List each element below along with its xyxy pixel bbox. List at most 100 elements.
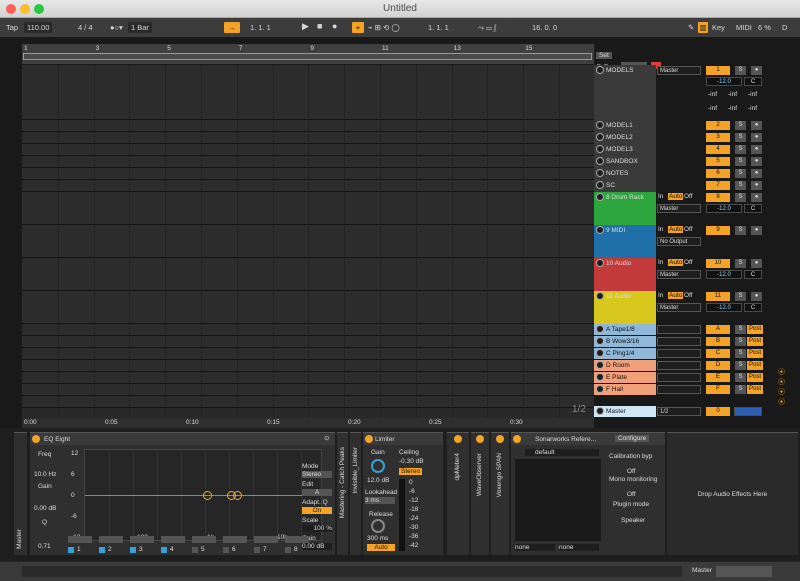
ceiling-value[interactable]: -0.30 dB xyxy=(399,458,424,465)
eq-expand-icon[interactable]: ⊙ xyxy=(324,434,329,442)
master-number[interactable]: 0 xyxy=(706,407,730,416)
return-output-select[interactable] xyxy=(657,361,701,370)
input-auto[interactable]: Auto xyxy=(668,226,684,233)
band-filter-select[interactable] xyxy=(223,536,247,543)
band-filter-select[interactable] xyxy=(161,536,185,543)
scale-value[interactable]: 100 % xyxy=(302,525,332,532)
return-solo[interactable]: S xyxy=(735,349,746,358)
volume-field[interactable]: -12.0 xyxy=(706,204,742,213)
return-output-select[interactable] xyxy=(657,349,701,358)
arrangement-position[interactable]: 1. 1. 1 xyxy=(250,22,271,33)
track-activator-icon[interactable] xyxy=(596,66,604,74)
edit-select[interactable]: A xyxy=(302,489,332,496)
lookahead-select[interactable]: 3 ms xyxy=(365,497,395,504)
solo-button[interactable]: S xyxy=(735,157,746,166)
track-activator-icon[interactable] xyxy=(596,133,604,141)
return-solo[interactable]: S xyxy=(735,325,746,334)
input-in[interactable]: In xyxy=(658,259,663,266)
limiter-power-icon[interactable] xyxy=(365,435,373,443)
return-letter[interactable]: E xyxy=(706,373,730,382)
return-post[interactable]: Post xyxy=(747,361,763,370)
dpmeter-power-icon[interactable] xyxy=(454,435,462,443)
return-track-header[interactable]: E Plate E S Post xyxy=(594,372,772,384)
q-value[interactable]: 0.71 xyxy=(38,543,51,550)
arm-button[interactable]: ● xyxy=(751,145,762,154)
return-track-header[interactable]: A Tape1/8 A S Post xyxy=(594,324,772,336)
return-activator-icon[interactable] xyxy=(596,373,604,381)
return-post[interactable]: Post xyxy=(747,337,763,346)
mono-value[interactable]: Off xyxy=(627,491,636,498)
release-value[interactable]: 300 ms xyxy=(367,535,388,542)
configure-button[interactable]: Configure xyxy=(615,435,650,442)
output-select[interactable]: No Output xyxy=(657,237,701,246)
return-post[interactable]: Post xyxy=(747,373,763,382)
quantize-menu[interactable]: 1 Bar xyxy=(128,22,152,33)
pan-field[interactable]: C xyxy=(744,303,762,312)
key-map-button[interactable]: Key xyxy=(712,22,725,33)
track-activator-icon[interactable] xyxy=(596,193,604,201)
track-number[interactable]: 10 xyxy=(706,259,730,268)
arm-button[interactable]: ● xyxy=(751,292,762,301)
release-knob[interactable] xyxy=(371,519,385,533)
band-toggle[interactable] xyxy=(130,547,136,553)
track-activator-icon[interactable] xyxy=(596,181,604,189)
band-toggle[interactable] xyxy=(192,547,198,553)
track-header[interactable]: 10 Audio In Auto Off Master 10 S ● -12.0 C xyxy=(594,258,772,291)
drop-zone[interactable]: Drop Audio Effects Here xyxy=(667,432,798,555)
track-number[interactable]: 3 xyxy=(706,133,730,142)
track-header[interactable]: 9 MIDI In Auto Off No Output 9 S ● xyxy=(594,225,772,258)
arm-button[interactable]: ● xyxy=(751,133,762,142)
band-filter-select[interactable] xyxy=(285,536,309,543)
input-auto[interactable]: Auto xyxy=(668,259,684,266)
input-in[interactable]: In xyxy=(658,292,663,299)
arm-button[interactable]: ● xyxy=(751,157,762,166)
output-gain-value[interactable]: 0.00 dB xyxy=(302,543,332,550)
return-solo[interactable]: S xyxy=(735,373,746,382)
solo-button[interactable]: S xyxy=(735,66,746,75)
return-track-header[interactable]: F Hall F S Post xyxy=(594,384,772,396)
track-activator-icon[interactable] xyxy=(596,121,604,129)
track-number[interactable]: 1 xyxy=(706,66,730,75)
solo-button[interactable]: S xyxy=(735,226,746,235)
output-select[interactable]: Master xyxy=(657,270,701,279)
solo-button[interactable]: S xyxy=(735,181,746,190)
track-header[interactable]: MODEL2 3 S ● xyxy=(594,132,772,144)
band-toggle[interactable] xyxy=(161,547,167,553)
arm-button[interactable]: ● xyxy=(751,259,762,268)
output-select[interactable]: Master xyxy=(657,204,701,213)
band-toggle[interactable] xyxy=(254,547,260,553)
track-activator-icon[interactable] xyxy=(596,145,604,153)
arm-button[interactable]: ● xyxy=(751,121,762,130)
return-activator-icon[interactable] xyxy=(596,325,604,333)
auto-release-toggle[interactable]: Auto xyxy=(367,544,395,551)
pencil-icon[interactable]: ✎ xyxy=(688,22,694,33)
input-auto[interactable]: Auto xyxy=(668,193,684,200)
track-header[interactable]: MODELS Master 1 S ● -12.0 C -inf -inf -inf -inf -in… xyxy=(594,65,772,120)
metronome-icon[interactable]: ●○▾ xyxy=(110,22,123,33)
solo-button[interactable]: S xyxy=(735,193,746,202)
band-filter-select[interactable] xyxy=(254,536,278,543)
input-in[interactable]: In xyxy=(658,193,663,200)
band-filter-select[interactable] xyxy=(68,536,92,543)
return-track-header[interactable]: C Ping1/4 C S Post xyxy=(594,348,772,360)
return-letter[interactable]: C xyxy=(706,349,730,358)
return-letter[interactable]: F xyxy=(706,385,730,394)
mode-select[interactable]: Stereo xyxy=(302,471,332,478)
return-output-select[interactable] xyxy=(657,337,701,346)
eq-band-handle[interactable] xyxy=(233,491,242,500)
automation-icon[interactable]: ⌁ ⊞ ⟲ ◯ xyxy=(368,22,400,33)
output-select[interactable]: Master xyxy=(657,66,701,75)
play-icon[interactable]: ▶ xyxy=(302,21,309,32)
band-toggle[interactable] xyxy=(68,547,74,553)
pan-field[interactable]: C xyxy=(744,77,762,86)
loop-brace[interactable] xyxy=(23,53,592,60)
track-name[interactable]: MODELS xyxy=(594,65,656,120)
track-number[interactable]: 4 xyxy=(706,145,730,154)
return-activator-icon[interactable] xyxy=(596,349,604,357)
track-header[interactable]: NOTES 6 S ● xyxy=(594,168,772,180)
pan-field[interactable]: C xyxy=(744,204,762,213)
master-cue[interactable] xyxy=(734,407,762,416)
keyboard-icon[interactable]: ▥ xyxy=(698,22,708,33)
device-power-icon[interactable] xyxy=(32,435,40,443)
eq-display[interactable]: 1260-6-121001k10k xyxy=(71,449,322,541)
